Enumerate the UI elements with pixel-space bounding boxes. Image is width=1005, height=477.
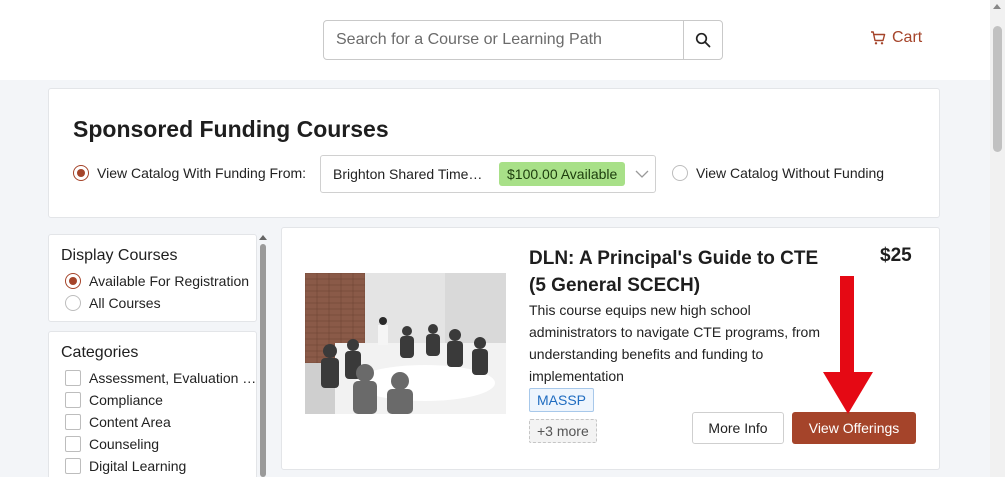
more-tags-badge[interactable]: +3 more [529,419,597,443]
without-funding-option[interactable]: View Catalog Without Funding [672,165,884,181]
cart-link[interactable]: Cart [870,29,922,47]
more-info-button[interactable]: More Info [692,412,784,444]
course-image [305,273,506,414]
sidebar-scroll-up-icon[interactable] [259,235,267,240]
available-radio[interactable] [65,273,81,289]
with-funding-label: View Catalog With Funding From: [97,165,307,181]
display-courses-heading: Display Courses [61,247,178,264]
category-item[interactable]: Compliance [65,392,163,408]
category-label: Assessment, Evaluation … [89,370,257,386]
cart-icon [871,31,886,45]
scroll-up-arrow-icon[interactable] [993,4,1001,9]
category-checkbox[interactable] [65,370,81,386]
display-option-available[interactable]: Available For Registration [65,273,249,289]
category-item[interactable]: Content Area [65,414,171,430]
category-label: Content Area [89,414,171,430]
available-funds-badge: $100.00 Available [499,162,626,186]
category-item[interactable]: Digital Learning [65,458,186,474]
with-funding-radio[interactable] [73,165,89,181]
category-checkbox[interactable] [65,392,81,408]
annotation-arrow-icon [823,276,873,414]
category-checkbox[interactable] [65,436,81,452]
display-option-label: Available For Registration [89,273,250,289]
funding-panel: Sponsored Funding Courses View Catalog W… [48,88,940,218]
search-icon [695,32,711,48]
funder-select-value: Brighton Shared Time… [333,166,483,182]
course-description: This course equips new high school admin… [529,302,820,384]
course-title[interactable]: DLN: A Principal's Guide to CTE (5 Gener… [529,245,829,299]
categories-panel: Categories Assessment, Evaluation … Comp… [48,331,257,477]
category-label: Digital Learning [89,458,187,474]
category-label: Compliance [89,392,163,408]
display-option-all[interactable]: All Courses [65,295,161,311]
funder-select[interactable]: Brighton Shared Time… $100.00 Available [320,155,656,193]
filter-sidebar: Display Courses Available For Registrati… [48,234,258,477]
category-checkbox[interactable] [65,414,81,430]
search-input[interactable] [324,21,683,59]
view-offerings-button[interactable]: View Offerings [792,412,916,444]
page-title: Sponsored Funding Courses [73,116,389,142]
cart-label: Cart [892,29,923,46]
without-funding-radio[interactable] [672,165,688,181]
sidebar-scrollbar[interactable] [259,234,267,477]
search-box [323,20,723,60]
category-item[interactable]: Assessment, Evaluation … [65,370,256,386]
with-funding-option[interactable]: View Catalog With Funding From: [73,165,306,181]
top-bar: Cart [0,0,990,80]
display-courses-panel: Display Courses Available For Registrati… [48,234,257,322]
categories-heading: Categories [61,344,139,361]
scrollbar-thumb[interactable] [993,26,1002,152]
display-option-label: All Courses [89,295,161,311]
chevron-down-icon [635,170,649,178]
category-checkbox[interactable] [65,458,81,474]
without-funding-label: View Catalog Without Funding [696,165,885,181]
search-button[interactable] [683,21,722,59]
course-price: $25 [880,245,912,266]
all-courses-radio[interactable] [65,295,81,311]
category-item[interactable]: Counseling [65,436,159,452]
page-scrollbar[interactable] [990,0,1005,477]
course-tag: MASSP [529,388,595,412]
sidebar-scrollbar-thumb[interactable] [260,244,266,477]
category-label: Counseling [89,436,160,452]
